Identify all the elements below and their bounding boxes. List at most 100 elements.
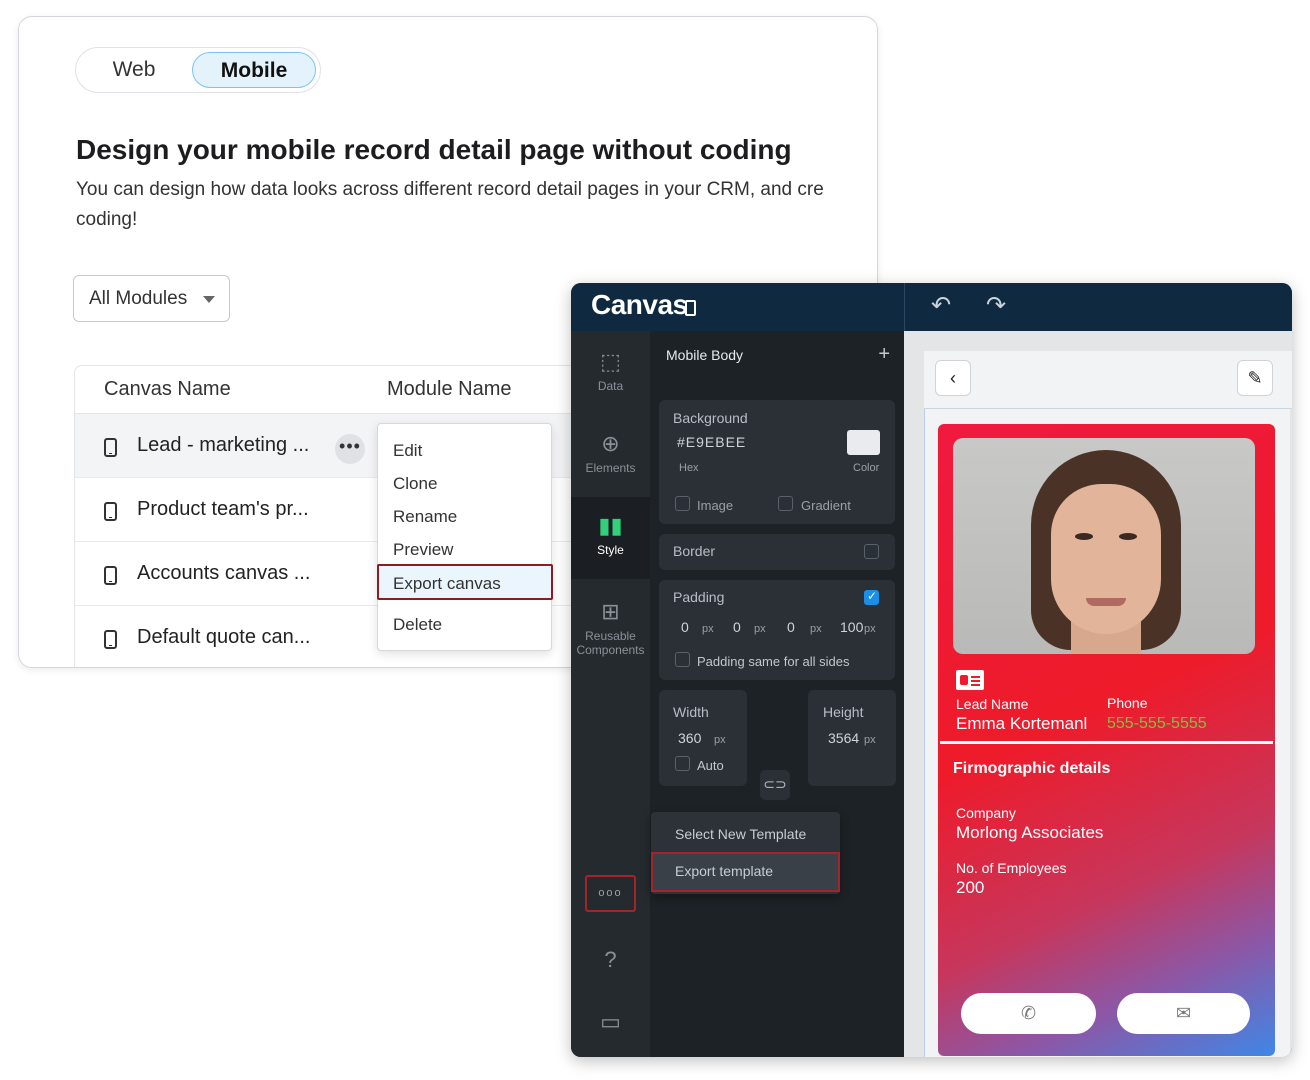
menu-item-export-canvas[interactable]: Export canvas (393, 574, 501, 594)
lead-name-value: Emma Kortemanl (956, 714, 1088, 733)
page-title: Design your mobile record detail page wi… (76, 134, 792, 165)
padding-checkbox[interactable] (864, 589, 879, 605)
padding-right-input[interactable]: 0 (733, 619, 741, 635)
edit-pencil-button[interactable]: ✎ (1237, 360, 1273, 396)
mobile-device-icon (104, 566, 117, 585)
auto-checkbox[interactable] (675, 756, 690, 771)
padding-left-input[interactable]: 100 (840, 619, 863, 635)
employees-value: 200 (956, 878, 985, 897)
mobile-device-icon (104, 438, 117, 457)
card-divider (940, 741, 1273, 744)
menu-item-clone[interactable]: Clone (393, 474, 437, 494)
mobile-device-icon (104, 502, 117, 521)
export-template-item[interactable]: Export template (651, 852, 840, 892)
add-circle-icon: ⊕ (601, 431, 620, 456)
rail-item-elements[interactable]: ⊕ Elements (571, 431, 650, 475)
help-icon: ? (604, 947, 617, 972)
padding-same-checkbox[interactable] (675, 652, 690, 667)
email-button[interactable]: ✉ (1117, 993, 1250, 1034)
export-template-label: Export template (675, 863, 774, 879)
width-section: Width 360 px Auto (659, 690, 747, 786)
menu-item-delete[interactable]: Delete (393, 615, 442, 635)
lead-name-label: Lead Name (956, 696, 1029, 712)
gradient-checkbox[interactable] (778, 496, 793, 511)
phone-icon: ✆ (1020, 1003, 1037, 1023)
px-unit: px (702, 623, 714, 635)
padding-label: Padding (673, 589, 725, 605)
canvas-name[interactable]: Lead - marketing ... (137, 434, 309, 457)
page-description: You can design how data looks across dif… (76, 179, 824, 230)
phone-value[interactable]: 555-555-5555 (1107, 715, 1207, 733)
link-dimensions-icon[interactable]: ⊂⊃ (760, 770, 790, 800)
menu-item-rename[interactable]: Rename (393, 507, 457, 527)
call-button[interactable]: ✆ (961, 993, 1096, 1034)
preview-toolbar: ‹ ✎ (924, 351, 1292, 409)
image-label: Image (697, 498, 734, 513)
px-unit: px (810, 623, 822, 635)
border-label: Border (673, 543, 716, 559)
company-label: Company (956, 805, 1016, 821)
help-button[interactable]: ? (571, 947, 650, 977)
background-hex-input[interactable]: #E9EBEE (677, 434, 746, 450)
padding-bottom-input[interactable]: 0 (787, 619, 795, 635)
web-toggle-option[interactable]: Web (82, 52, 186, 88)
video-icon: ▭ (600, 1009, 621, 1034)
px-unit: px (754, 623, 766, 635)
canvas-editor: Canvas ↶ ↷ ⬚ Data ⊕ Elements ▮▮ Style ⊞ … (571, 283, 1292, 1057)
background-label: Background (673, 410, 748, 426)
image-checkbox[interactable] (675, 496, 690, 511)
border-section: Border (659, 534, 895, 570)
border-checkbox[interactable] (864, 544, 879, 559)
lead-card: Lead Name Emma Kortemanl Phone 555-555-5… (938, 424, 1275, 1056)
height-input[interactable]: 3564 (828, 730, 859, 746)
menu-item-preview[interactable]: Preview (393, 540, 453, 560)
rail-item-data[interactable]: ⬚ Data (571, 349, 650, 393)
style-properties-panel: Mobile Body + Background #E9EBEE Hex Col… (650, 331, 904, 1057)
editor-topbar: Canvas ↶ ↷ (571, 283, 1292, 331)
rail-item-style[interactable]: ▮▮ Style (571, 497, 650, 579)
background-color-swatch[interactable] (847, 430, 880, 455)
canvas-name[interactable]: Default quote can... (137, 626, 310, 649)
rail-item-reusable-components[interactable]: ⊞ Reusable Components (571, 599, 650, 657)
editor-left-rail: ⬚ Data ⊕ Elements ▮▮ Style ⊞ Reusable Co… (571, 331, 650, 1057)
redo-icon[interactable]: ↷ (986, 291, 1006, 320)
add-icon[interactable]: + (878, 343, 890, 366)
gradient-label: Gradient (801, 498, 851, 513)
rail-item-label: Elements (585, 461, 636, 475)
height-section: Height 3564 px (808, 690, 896, 786)
px-unit: px (864, 734, 876, 746)
context-menu: Edit Clone Rename Preview Export canvas … (377, 423, 553, 651)
rail-item-label: Reusable Components (576, 629, 645, 657)
video-button[interactable]: ▭ (571, 1009, 650, 1039)
company-value: Morlong Associates (956, 823, 1104, 842)
more-options-button[interactable]: ••• (335, 434, 365, 464)
more-options-button[interactable]: ooo (585, 875, 636, 912)
width-input[interactable]: 360 (678, 730, 701, 746)
canvas-name[interactable]: Accounts canvas ... (137, 562, 310, 585)
template-menu: Select New Template Export template (651, 812, 840, 894)
background-section: Background #E9EBEE Hex Color Image Gradi… (659, 400, 895, 524)
section-title: Firmographic details (953, 760, 1111, 777)
phone-label: Phone (1107, 695, 1148, 711)
back-button[interactable]: ‹ (935, 360, 971, 396)
undo-icon[interactable]: ↶ (931, 291, 951, 320)
canvas-name[interactable]: Product team's pr... (137, 498, 309, 521)
panel-title: Mobile Body (666, 347, 744, 363)
menu-item-edit[interactable]: Edit (393, 441, 422, 461)
data-select-icon: ⬚ (600, 349, 621, 374)
column-header-canvas-name[interactable]: Canvas Name (104, 378, 231, 401)
mobile-preview: ‹ ✎ Lead Name Emma Kortemanl Phone 555-5… (904, 331, 1292, 1057)
mobile-toggle-option[interactable]: Mobile (192, 52, 316, 88)
lead-photo (953, 438, 1255, 654)
px-unit: px (714, 734, 726, 746)
topbar-divider (904, 283, 905, 331)
padding-top-input[interactable]: 0 (681, 619, 689, 635)
column-header-module-name[interactable]: Module Name (387, 378, 512, 401)
platform-toggle: Web Mobile (75, 47, 321, 93)
style-icon: ▮▮ (598, 513, 623, 538)
hex-label: Hex (679, 462, 699, 474)
select-new-template-item[interactable]: Select New Template (675, 826, 806, 842)
width-label: Width (673, 704, 709, 720)
modules-dropdown[interactable]: All Modules (73, 275, 230, 322)
padding-section: Padding 0 px 0 px 0 px 100 px Padding sa… (659, 580, 895, 680)
